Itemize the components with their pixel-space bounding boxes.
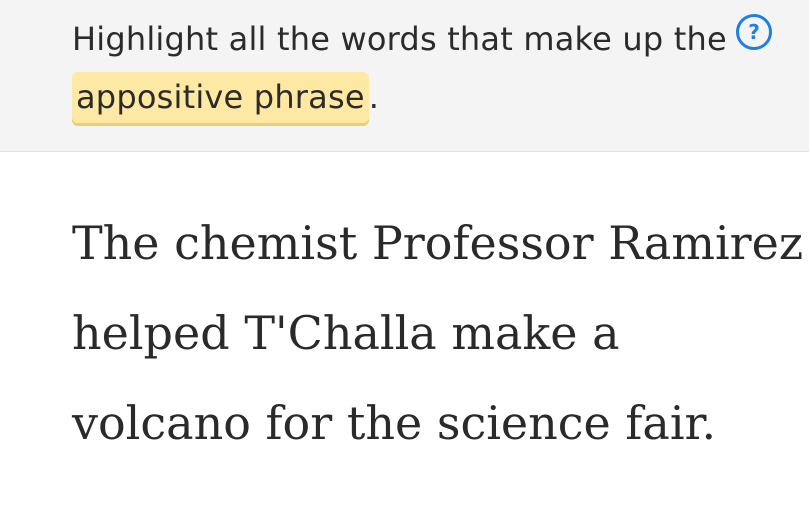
help-glyph: ? bbox=[748, 20, 760, 44]
question-circle-icon[interactable]: ? bbox=[736, 14, 772, 50]
prompt-text: Highlight all the words that make up the… bbox=[72, 10, 732, 126]
highlighted-term[interactable]: appositive phrase bbox=[72, 72, 369, 126]
word[interactable]: for bbox=[266, 396, 333, 450]
word[interactable]: chemist bbox=[174, 216, 357, 270]
sentence-line: volcano for the science fair. bbox=[72, 378, 792, 468]
word[interactable]: make bbox=[451, 306, 577, 360]
question-screen: Highlight all the words that make up the… bbox=[0, 0, 809, 515]
word[interactable]: Ramirez bbox=[608, 216, 803, 270]
word[interactable]: fair. bbox=[625, 396, 716, 450]
word[interactable]: science bbox=[437, 396, 611, 450]
word[interactable]: helped bbox=[72, 306, 230, 360]
prompt-text-before: Highlight all the words that make up the bbox=[72, 20, 727, 58]
prompt-text-after: . bbox=[368, 78, 380, 116]
sentence-line: The chemist Professor Ramirez bbox=[72, 198, 803, 288]
word[interactable]: T'Challa bbox=[244, 306, 436, 360]
word[interactable]: the bbox=[347, 396, 422, 450]
sentence: The chemist Professor Ramirez helped T'C… bbox=[72, 198, 803, 468]
prompt-bar: Highlight all the words that make up the… bbox=[0, 0, 809, 152]
word[interactable]: The bbox=[72, 216, 160, 270]
word[interactable]: volcano bbox=[72, 396, 251, 450]
word[interactable]: Professor bbox=[372, 216, 594, 270]
sentence-line: helped T'Challa make a bbox=[72, 288, 792, 378]
word[interactable]: a bbox=[592, 306, 619, 360]
